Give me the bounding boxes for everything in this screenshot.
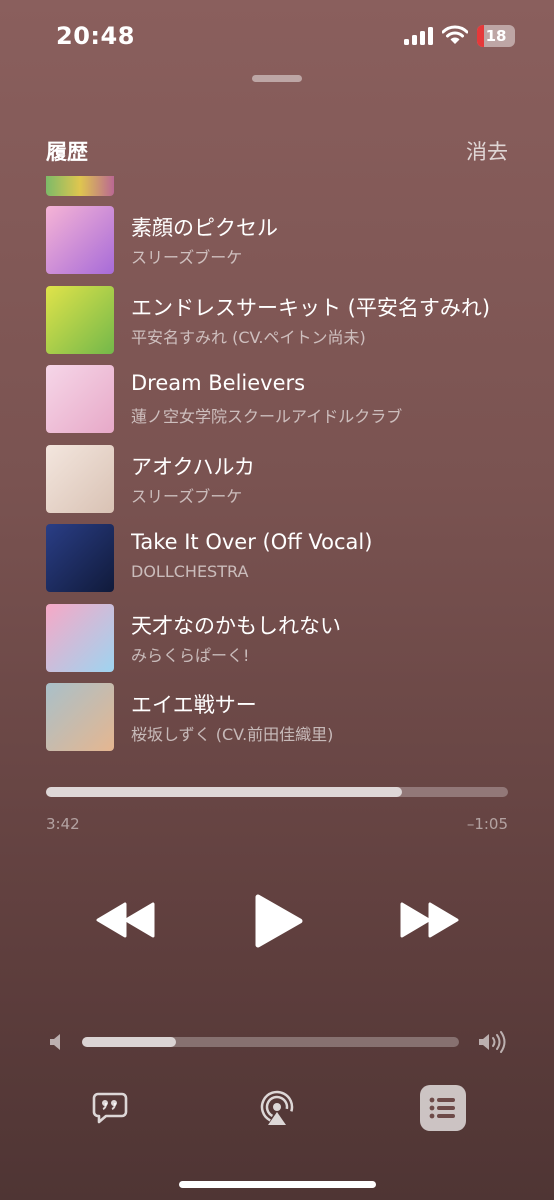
track-row[interactable]: エンドレスサーキット (平安名すみれ) 平安名すみれ (CV.ペイトン尚未) [0, 285, 554, 356]
battery-level: 18 [485, 27, 507, 45]
track-artist: DOLLCHESTRA [131, 562, 249, 581]
history-list[interactable]: 素顔のピクセル スリーズブーケ エンドレスサーキット (平安名すみれ) 平安名すみれ … [0, 172, 554, 772]
track-title: エイエ戦サー [131, 693, 257, 717]
volume-low-icon [50, 1034, 60, 1050]
elapsed-time: 3:42 [46, 815, 80, 833]
track-row[interactable]: エイエ戦サー桜坂しずく (CV.前田佳織里) [0, 683, 554, 753]
track-title: 天才なのかもしれない [131, 613, 341, 638]
sheet-grabber[interactable] [252, 75, 302, 82]
progress-fill [46, 787, 402, 797]
partial-album-art [46, 176, 114, 196]
status-bar: 20:48 18 [0, 0, 554, 70]
album-art [46, 206, 114, 274]
wifi-icon [442, 25, 468, 44]
track-title: アオクハルカ [131, 454, 255, 479]
track-row[interactable]: Take It Over (Off Vocal) DOLLCHESTRA [0, 524, 554, 594]
volume-fill [82, 1037, 177, 1047]
track-row[interactable]: Dream Believers 蓮ノ空女学院スクールアイドルクラブ [0, 365, 554, 435]
track-artist: スリーズブーケ [131, 248, 243, 267]
album-art [46, 285, 114, 354]
track-row[interactable]: 素顔のピクセルスリーズブーケ [0, 206, 554, 276]
progress-bar[interactable] [46, 787, 508, 797]
album-art [46, 365, 114, 433]
track-row[interactable]: 天才なのかもしれないみらくらぱーく! [0, 603, 554, 674]
track-title: エンドレスサーキット (平安名すみれ) [131, 295, 491, 320]
home-indicator [179, 1181, 376, 1188]
history-title: 履歴 [46, 140, 88, 164]
airplay-icon[interactable] [258, 1090, 296, 1128]
track-row[interactable]: アオクハルカスリーズブーケ [0, 444, 554, 515]
queue-icon [429, 1097, 455, 1119]
volume-slider[interactable] [82, 1037, 459, 1047]
volume-high-icon [479, 1031, 506, 1053]
forward-icon[interactable] [398, 900, 460, 940]
track-artist: スリーズブーケ [131, 486, 243, 506]
track-title: 素顔のピクセル [131, 216, 278, 240]
rewind-icon[interactable] [95, 900, 157, 940]
album-art [46, 683, 114, 751]
play-icon[interactable] [252, 893, 304, 949]
clear-button[interactable]: 消去 [466, 136, 508, 166]
track-artist: 桜坂しずく (CV.前田佳織里) [131, 725, 334, 744]
album-art [46, 524, 114, 592]
status-time: 20:48 [56, 22, 135, 50]
track-title: Take It Over (Off Vocal) [131, 530, 373, 554]
queue-button[interactable] [420, 1085, 466, 1131]
track-title: Dream Believers [131, 371, 306, 395]
album-art [46, 603, 114, 672]
battery-icon: 18 [477, 25, 515, 47]
track-artist: みらくらぱーく! [131, 645, 250, 665]
lyrics-icon[interactable] [92, 1090, 128, 1126]
remaining-time: –1:05 [466, 815, 508, 833]
signal-icon [404, 27, 434, 45]
track-artist: 蓮ノ空女学院スクールアイドルクラブ [131, 407, 403, 426]
track-artist: 平安名すみれ (CV.ペイトン尚未) [131, 327, 366, 347]
album-art [46, 444, 114, 513]
